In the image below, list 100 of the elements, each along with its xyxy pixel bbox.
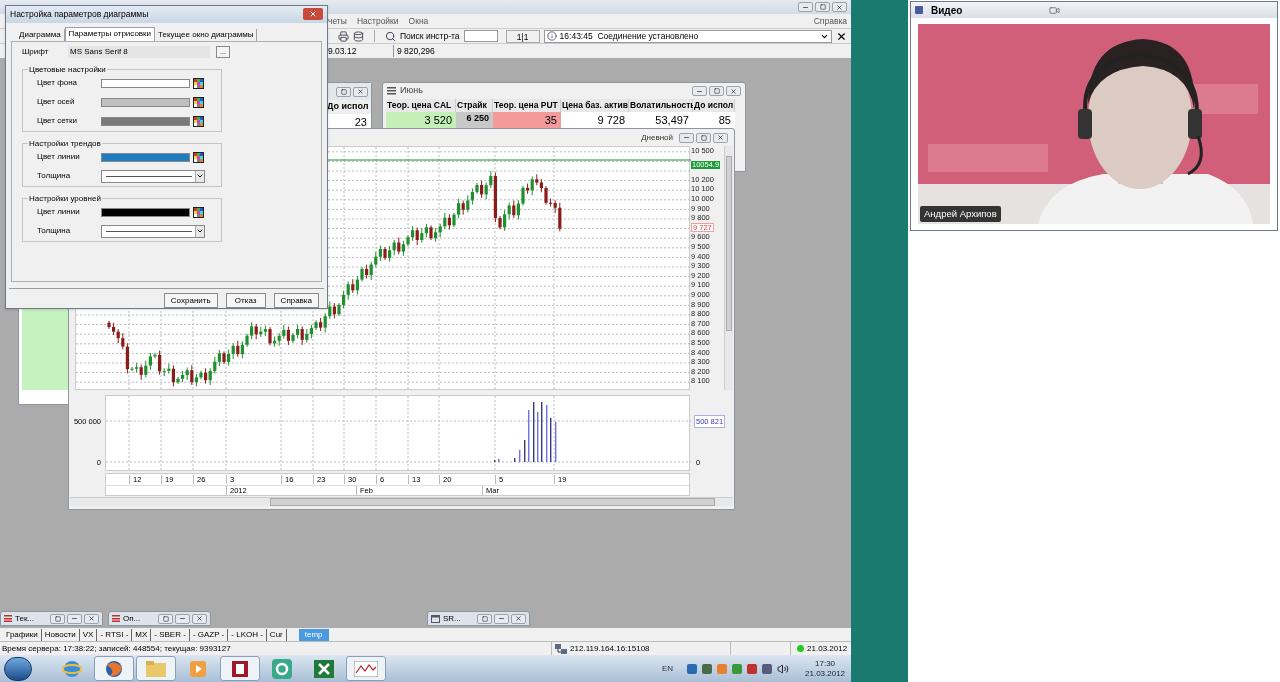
value-field: 9 820,296 — [394, 44, 435, 58]
dialog-button[interactable]: Справка — [273, 293, 319, 308]
globe-icon — [62, 658, 82, 679]
color-swatch[interactable] — [101, 207, 190, 217]
palette-icon[interactable] — [193, 206, 204, 218]
minimize-button[interactable] — [692, 86, 707, 96]
language-indicator[interactable]: EN — [661, 662, 673, 675]
line-width-dropdown[interactable] — [101, 224, 205, 238]
close-icon — [88, 615, 95, 622]
dialog-button[interactable]: Сохранить — [163, 293, 218, 308]
server-status: Время сервера: 17:38:22; записей: 448554; текущая: 9393127 — [2, 642, 231, 655]
setting-label: Цвет фона — [37, 77, 79, 90]
menu-item[interactable]: Настройки — [356, 14, 399, 28]
close-button[interactable] — [192, 613, 207, 624]
color-swatch[interactable] — [101, 116, 190, 126]
dialog-tab[interactable]: Параметры отрисовки — [64, 26, 156, 41]
dialog-tab[interactable]: Текущее окно диаграммы — [155, 28, 258, 41]
speaker-icon[interactable] — [777, 662, 789, 675]
palette-icon[interactable] — [193, 115, 204, 127]
minimize-button[interactable] — [67, 613, 82, 624]
close-button[interactable] — [84, 613, 99, 624]
restore-button[interactable] — [709, 86, 724, 96]
dialog-tab[interactable]: Диаграмма — [16, 28, 65, 41]
volume-bars-drawing — [494, 402, 557, 462]
close-button[interactable] — [726, 86, 741, 96]
sheet-tab[interactable]: - LKOH - — [228, 628, 267, 641]
color-swatch[interactable] — [101, 152, 190, 162]
menu-item[interactable]: четы — [328, 14, 347, 28]
tray-icon[interactable] — [747, 663, 757, 674]
sheet-tab[interactable]: - GAZP - — [189, 628, 229, 641]
palette-icon[interactable] — [193, 96, 204, 108]
menu-item[interactable]: Окна — [408, 14, 429, 28]
palette-icon[interactable] — [193, 151, 204, 163]
minimize-button[interactable] — [175, 613, 190, 624]
list-icon — [112, 615, 120, 622]
sheet-tab[interactable]: - SBER - — [151, 628, 190, 641]
camera-icon[interactable] — [1049, 4, 1060, 16]
close-button[interactable] — [303, 8, 323, 21]
horizontal-scrollbar[interactable] — [70, 497, 733, 506]
sheet-tab[interactable]: VX — [79, 628, 98, 641]
close-icon — [836, 3, 844, 11]
sheet-tab[interactable]: - RTSI - — [97, 628, 133, 641]
minus-icon — [71, 615, 78, 622]
close-icon[interactable] — [836, 30, 848, 42]
close-button[interactable] — [511, 613, 526, 624]
taskbar-button[interactable] — [94, 656, 134, 681]
menu-item[interactable]: Справка — [813, 14, 848, 28]
search-field[interactable] — [463, 30, 498, 42]
pager: 1|1 — [505, 29, 540, 43]
close-button[interactable] — [713, 132, 728, 143]
restore-button[interactable] — [477, 613, 492, 624]
line-width-dropdown[interactable] — [101, 169, 205, 183]
color-swatch[interactable] — [101, 97, 190, 107]
sheet-tab[interactable]: Новости — [41, 628, 80, 641]
clock[interactable]: 17:30 21.03.2012 — [805, 658, 846, 679]
close-icon — [357, 88, 364, 95]
close-button[interactable] — [353, 86, 368, 97]
message-dropdown[interactable]: 16:43:45 Соединение установлено — [543, 29, 832, 43]
ring-icon — [272, 658, 292, 679]
database-icon[interactable] — [353, 30, 364, 42]
dialog-button[interactable]: Отказ — [225, 293, 266, 308]
restore-button[interactable] — [158, 613, 173, 624]
minimized-window[interactable]: SR... — [427, 611, 530, 626]
sheet-tab[interactable]: Cur — [266, 628, 287, 641]
minimize-button[interactable] — [494, 613, 509, 624]
vertical-scrollbar[interactable] — [724, 146, 733, 390]
tray-icon[interactable] — [732, 663, 742, 674]
font-field[interactable]: MS Sans Serif 8 — [68, 45, 210, 58]
minus-icon — [179, 615, 186, 622]
restore-button[interactable] — [696, 132, 711, 143]
tray-icon[interactable] — [687, 663, 697, 674]
restore-button[interactable] — [815, 2, 831, 12]
minimize-button[interactable] — [679, 132, 694, 143]
search-icon[interactable] — [385, 30, 396, 42]
line-chart-icon — [354, 660, 378, 677]
taskbar-button[interactable] — [220, 656, 260, 681]
color-swatch[interactable] — [101, 78, 190, 88]
sheet-tab[interactable]: MX — [132, 628, 152, 641]
minimize-button[interactable] — [798, 2, 814, 12]
table-cell-text: 23 — [353, 114, 368, 130]
restore-button[interactable] — [50, 613, 65, 624]
setting-label: Цвет сетки — [37, 115, 78, 128]
close-button[interactable] — [832, 2, 848, 12]
video-title: Видео — [931, 3, 964, 18]
tray-icon[interactable] — [762, 663, 772, 674]
minus-icon — [498, 615, 505, 622]
palette-icon[interactable] — [193, 77, 204, 89]
setting-label: Цвет линии — [37, 206, 81, 219]
minimized-window[interactable]: Оп... — [108, 611, 211, 626]
minimized-window[interactable]: Тек... — [0, 611, 103, 626]
restore-button[interactable] — [336, 86, 351, 97]
window-icon — [431, 614, 440, 623]
column-header: До испол — [693, 99, 735, 112]
printer-icon[interactable] — [338, 30, 349, 42]
start-button[interactable] — [4, 656, 32, 681]
minimized-title: Тек... — [15, 612, 35, 625]
tray-icon[interactable] — [702, 663, 712, 674]
taskbar-button[interactable] — [346, 656, 386, 681]
sheet-tab[interactable]: Графики — [3, 628, 42, 641]
setting-label: Цвет линии — [37, 151, 81, 164]
